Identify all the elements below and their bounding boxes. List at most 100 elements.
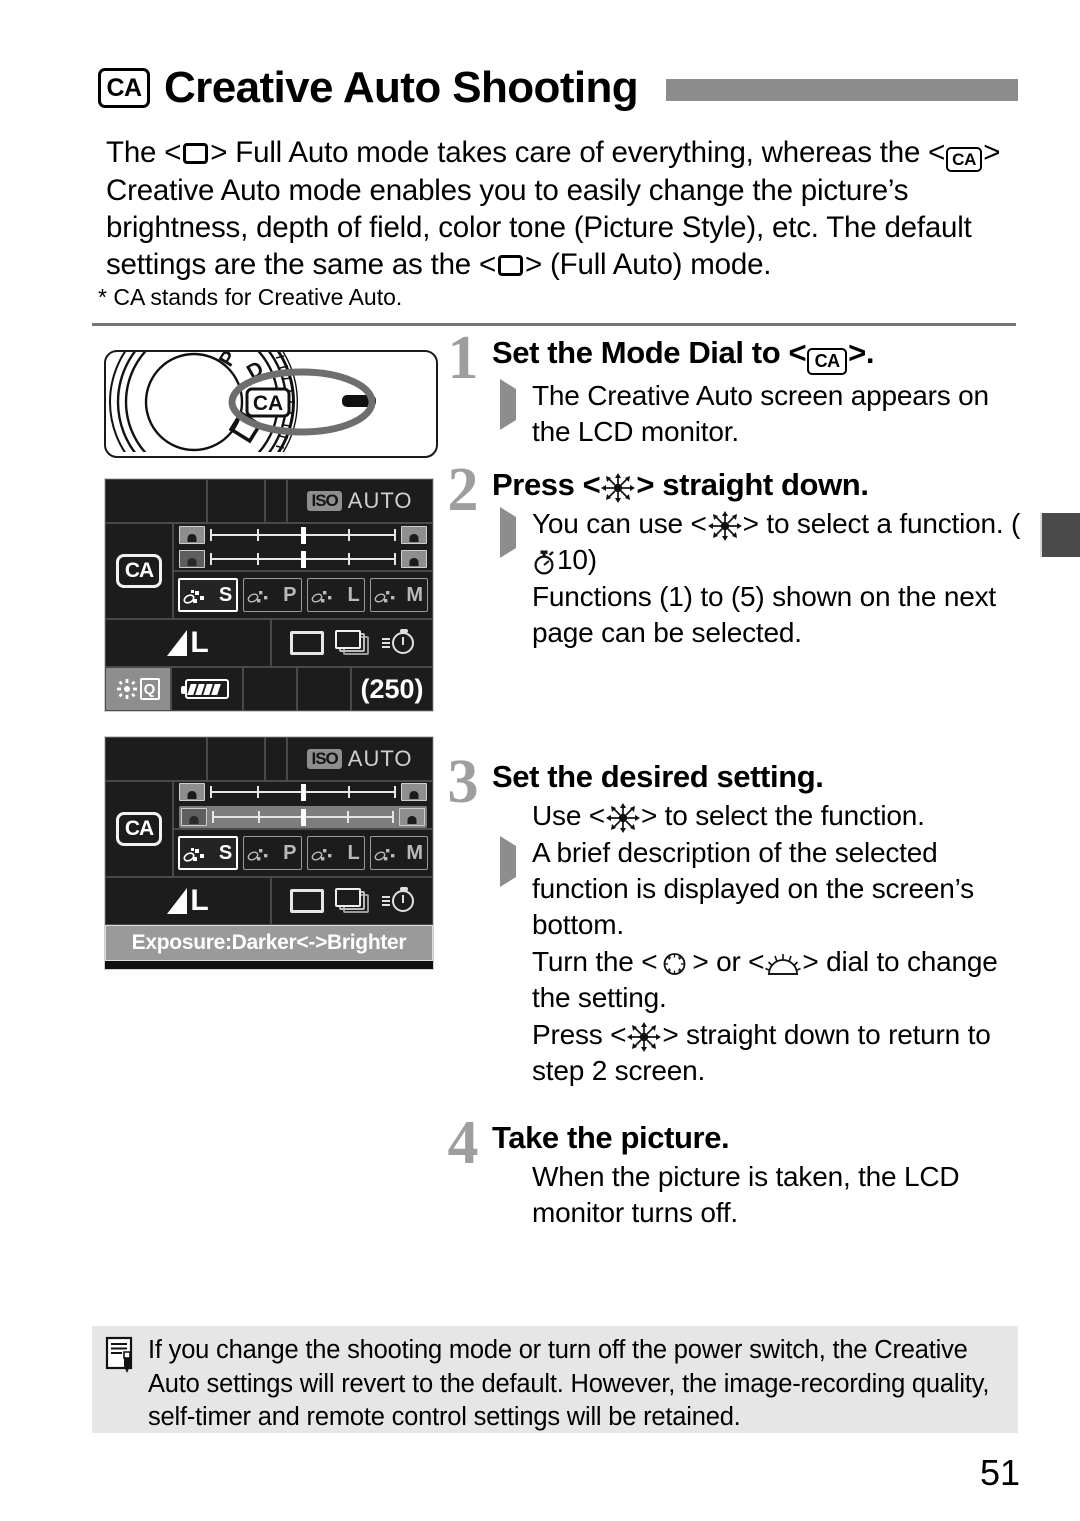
lcd2-drive-mode bbox=[271, 877, 433, 925]
lcd1-mode-cell: CA bbox=[105, 523, 173, 619]
multi-controller-icon-2 bbox=[707, 511, 742, 541]
picture-style-standard-label: S bbox=[218, 583, 233, 606]
step-1-head-a: Set the Mode Dial to < bbox=[492, 335, 807, 370]
step-3-bullet-4: Press < > straight down to return to ste… bbox=[492, 1017, 1026, 1089]
triangle-marker-icon bbox=[500, 378, 516, 430]
step-2-body: You can use < > to select a function. (1… bbox=[492, 506, 1026, 651]
intro-line-3: brightness, depth of field, color tone (… bbox=[106, 211, 972, 244]
step-2-bullet-2-text: Functions (1) to (5) shown on the next p… bbox=[532, 581, 996, 648]
lcd2-slider-group bbox=[173, 781, 433, 829]
picture-style-landscape-2: L bbox=[306, 836, 365, 870]
full-auto-icon bbox=[183, 143, 209, 164]
note-line-3: self-timer and remote control settings w… bbox=[148, 1403, 741, 1431]
lcd-screen-step2: ISO AUTO CA S P L M L Q (250) bbox=[104, 478, 434, 712]
fine-quality-icon-2 bbox=[167, 888, 188, 914]
picture-style-standard-label-2: S bbox=[218, 841, 233, 864]
single-shot-icon bbox=[289, 631, 324, 655]
step-3-bullet-1-text-b: > to select the function. bbox=[640, 799, 925, 831]
quick-control-dial-icon bbox=[663, 952, 686, 975]
step-4: 4 Take the picture. When the picture is … bbox=[436, 1109, 1026, 1231]
blur-slider-bar-2 bbox=[210, 784, 396, 801]
lcd1-top-row: ISO AUTO bbox=[105, 479, 433, 523]
lcd2-cell-blank-2 bbox=[207, 737, 265, 781]
lcd1-slider-group bbox=[173, 523, 433, 571]
lcd-screen-step3: ISO AUTO CA S P L M L Exposure:Darker<->… bbox=[104, 736, 434, 970]
quick-control-burst-icon bbox=[116, 679, 137, 699]
battery-icon bbox=[181, 679, 229, 699]
step-3-bullet-3-text-b: > or < bbox=[692, 945, 765, 977]
step-3-body: Use < > to select the function. A brief … bbox=[492, 798, 1026, 1089]
iso-label-2: ISO bbox=[307, 749, 342, 769]
step-2-heading: Press < > straight down. bbox=[492, 467, 1026, 503]
lcd1-cell-blank-2 bbox=[207, 479, 265, 523]
self-timer-icon-2 bbox=[382, 887, 415, 912]
picture-style-portrait-label: P bbox=[283, 583, 297, 606]
lcd2-exposure-slider-selected bbox=[179, 806, 427, 828]
multi-controller-icon-4 bbox=[627, 1021, 662, 1052]
step-1-bullet-1-text: The Creative Auto screen appears on the … bbox=[532, 379, 989, 447]
lcd2-controls: S P L M bbox=[173, 781, 433, 877]
step-2-head-a: Press < bbox=[492, 467, 601, 502]
lcd1-cell-blank-1 bbox=[105, 479, 207, 523]
step-3-number: 3 bbox=[447, 748, 479, 816]
triangle-marker-icon-2 bbox=[500, 507, 516, 558]
lcd1-battery-cell bbox=[171, 667, 243, 711]
step-2: 2 Press < > straight down. You can use <… bbox=[436, 459, 1026, 714]
picture-style-glyph-5 bbox=[183, 848, 204, 862]
lcd1-blur-slider bbox=[179, 525, 427, 545]
picture-style-portrait-2: P bbox=[243, 836, 302, 870]
step-2-bullet-1-text-b: > to select a function. ( bbox=[742, 508, 1021, 539]
step-1-number: 1 bbox=[447, 324, 479, 392]
multi-controller-icon-3 bbox=[605, 802, 640, 833]
lcd1-drive-mode bbox=[271, 619, 433, 667]
iso-value-2: AUTO bbox=[347, 746, 413, 771]
note-text: If you change the shooting mode or turn … bbox=[148, 1334, 1004, 1435]
triangle-marker-icon-3 bbox=[500, 835, 516, 887]
step-2-head-b: > straight down. bbox=[636, 467, 869, 502]
iso-value: AUTO bbox=[347, 488, 413, 513]
ca-mode-icon-inline: CA bbox=[946, 147, 983, 172]
ca-mode-icon: CA bbox=[98, 68, 150, 108]
step-2-bullet-1-timer-value: 10 bbox=[557, 544, 588, 575]
intro-paragraph: The < > Full Auto mode takes care of ever… bbox=[106, 134, 1028, 283]
step-2-bullet-1-text-a: You can use < bbox=[532, 508, 707, 539]
lcd1-quality-row: L bbox=[105, 619, 433, 667]
picture-style-portrait: P bbox=[243, 578, 302, 612]
lcd2-cell-blank-1 bbox=[105, 737, 207, 781]
intro-line4-b: > (Full Auto) mode. bbox=[525, 248, 772, 281]
step-1-bullet-1: The Creative Auto screen appears on the … bbox=[492, 378, 1026, 450]
step-3-heading: Set the desired setting. bbox=[492, 759, 824, 794]
page-edge-tab bbox=[1040, 513, 1080, 557]
title-accent-bar bbox=[666, 79, 1018, 101]
steps-column: 1 Set the Mode Dial to < CA >. The Creativ… bbox=[436, 324, 1026, 1237]
step-1-body: The Creative Auto screen appears on the … bbox=[492, 378, 1026, 450]
intro-line1-c: > bbox=[983, 136, 1001, 169]
mode-dial-illustration: P D CA bbox=[109, 352, 376, 452]
lcd1-cell-blank-3 bbox=[265, 479, 287, 523]
step-4-bullet-1-text: When the picture is taken, the LCD monit… bbox=[532, 1160, 960, 1228]
step-4-heading: Take the picture. bbox=[492, 1120, 730, 1155]
lcd2-image-quality: L bbox=[105, 877, 271, 925]
picture-style-landscape: L bbox=[306, 578, 365, 612]
step-2-bullet-1-text-c: ) bbox=[587, 544, 597, 575]
iso-label: ISO bbox=[307, 491, 342, 511]
lcd1-cell-blank-4 bbox=[243, 667, 297, 711]
intro-line-2: Creative Auto mode enables you to easily… bbox=[106, 174, 909, 207]
svg-text:P: P bbox=[215, 352, 242, 371]
multi-controller-icon bbox=[601, 473, 636, 503]
intro-line1-a: The < bbox=[106, 136, 182, 169]
lcd1-exposure-slider bbox=[179, 549, 427, 569]
picture-style-glyph-2 bbox=[247, 591, 268, 603]
dot-marker-icon-5 bbox=[500, 1168, 502, 1204]
page-title-row: CA Creative Auto Shooting bbox=[98, 66, 1018, 110]
shots-remaining: (250) bbox=[351, 667, 433, 711]
step-3-bullet-3-text-a: Turn the < bbox=[532, 945, 658, 977]
step-3-bullet-1: Use < > to select the function. bbox=[492, 798, 1026, 834]
lcd2-mode-cell: CA bbox=[105, 781, 173, 877]
page-title: Creative Auto Shooting bbox=[164, 63, 639, 112]
section-divider bbox=[92, 323, 1016, 326]
step-4-number: 4 bbox=[447, 1109, 479, 1177]
continuous-shot-icon-2 bbox=[334, 888, 371, 914]
lcd2-picture-style-group: S P L M bbox=[173, 829, 433, 877]
picture-style-monochrome: M bbox=[369, 578, 428, 612]
